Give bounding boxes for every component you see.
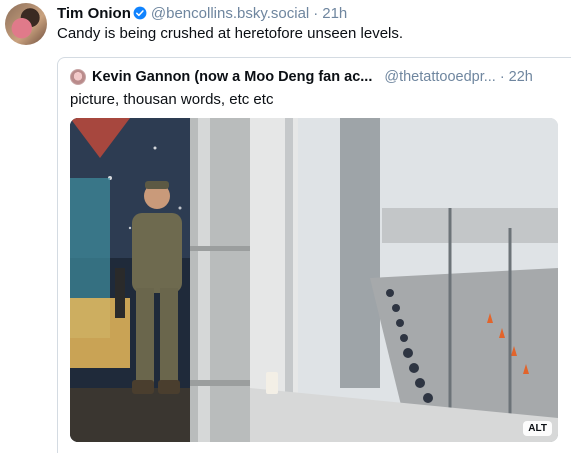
author-handle[interactable]: @bencollins.bsky.social	[151, 5, 309, 22]
quoted-post-text: picture, thousan words, etc etc	[70, 91, 274, 108]
quoted-author-name[interactable]: Kevin Gannon (now a Moo Deng fan ac...	[92, 69, 372, 85]
photo-illustration	[70, 118, 558, 442]
post[interactable]: Tim Onion @bencollins.bsky.social · 21h …	[0, 0, 571, 453]
post-timestamp[interactable]: 21h	[322, 5, 347, 22]
quoted-author-handle[interactable]: @thetattooedpr...	[384, 69, 495, 85]
author-avatar[interactable]	[5, 3, 47, 45]
separator-dot: ·	[313, 4, 319, 22]
quoted-author-avatar[interactable]	[70, 69, 86, 85]
quoted-post-header: Kevin Gannon (now a Moo Deng fan ac... @…	[70, 68, 533, 86]
quoted-post[interactable]: Kevin Gannon (now a Moo Deng fan ac... @…	[57, 57, 571, 453]
post-header: Tim Onion @bencollins.bsky.social · 21h	[57, 4, 347, 22]
verified-check-icon	[133, 6, 147, 20]
post-text: Candy is being crushed at heretofore uns…	[57, 25, 404, 42]
separator-dot: ·	[499, 69, 505, 85]
alt-text-badge[interactable]: ALT	[523, 421, 552, 436]
quoted-post-image[interactable]: ALT	[70, 118, 558, 442]
quoted-post-timestamp[interactable]: 22h	[509, 69, 533, 85]
author-name[interactable]: Tim Onion	[57, 5, 131, 22]
